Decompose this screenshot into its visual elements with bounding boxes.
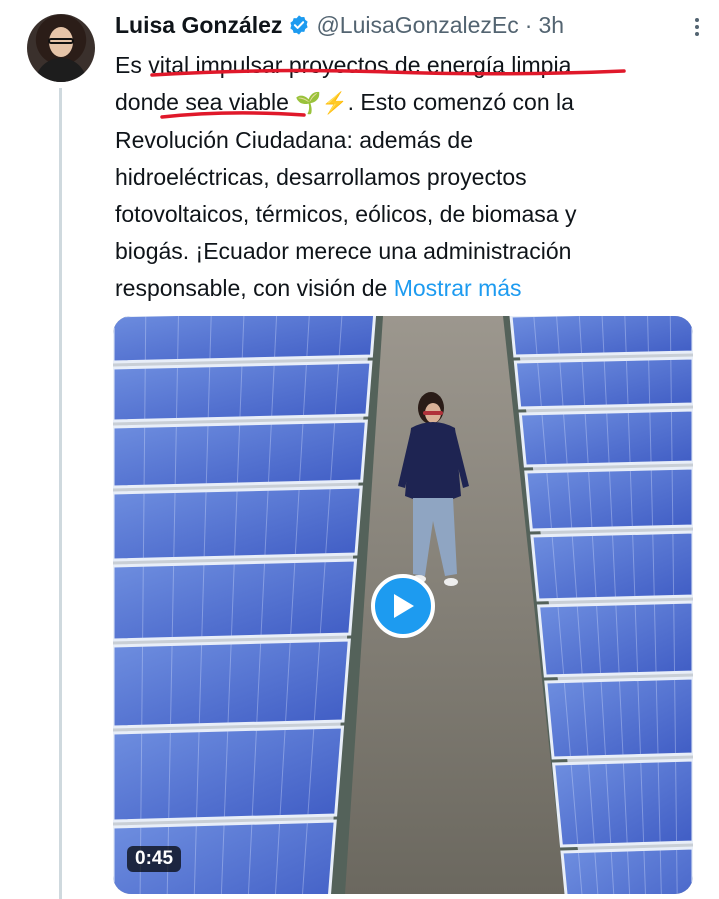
text-line-2: donde sea viable 🌱⚡. Esto comenzó con la [115, 84, 705, 122]
separator-dot: · [524, 11, 533, 38]
verified-badge-icon [290, 15, 309, 35]
tweet-text: Es vital impulsar proyectos de energía l… [115, 47, 705, 307]
seedling-emoji-icon: 🌱 [295, 92, 322, 115]
avatar[interactable] [27, 14, 95, 82]
text-line-7: responsable, con visión de Mostrar más [115, 270, 705, 307]
show-more-link[interactable]: Mostrar más [394, 275, 522, 301]
timestamp[interactable]: 3h [538, 12, 564, 39]
text-line-1: Es vital impulsar proyectos de energía l… [115, 52, 572, 78]
text-line-6: biogás. ¡Ecuador merece una administraci… [115, 238, 572, 264]
tweet-header: Luisa González @LuisaGonzalezEc · 3h [115, 8, 564, 42]
text-line-7a: responsable, con visión de [115, 275, 388, 301]
author-handle[interactable]: @LuisaGonzalezEc [316, 12, 518, 39]
thread-line [59, 88, 62, 899]
video-duration: 0:45 [127, 846, 182, 872]
lightning-emoji-icon: ⚡ [321, 92, 348, 115]
author-name[interactable]: Luisa González [115, 12, 282, 39]
text-line-4: hidroeléctricas, desarrollamos proyectos [115, 164, 527, 190]
text-line-5: fotovoltaicos, térmicos, eólicos, de bio… [115, 201, 577, 227]
video-player[interactable]: 0:45 [113, 316, 693, 894]
play-icon [394, 594, 414, 618]
play-button[interactable] [371, 574, 435, 638]
avatar-glasses [48, 38, 74, 44]
more-options-icon[interactable] [693, 18, 701, 40]
text-line-2a: donde sea viable [115, 89, 289, 115]
avatar-body [35, 58, 87, 82]
text-line-3: Revolución Ciudadana: además de [115, 127, 474, 153]
text-line-2b: . Esto comenzó con la [347, 89, 574, 115]
